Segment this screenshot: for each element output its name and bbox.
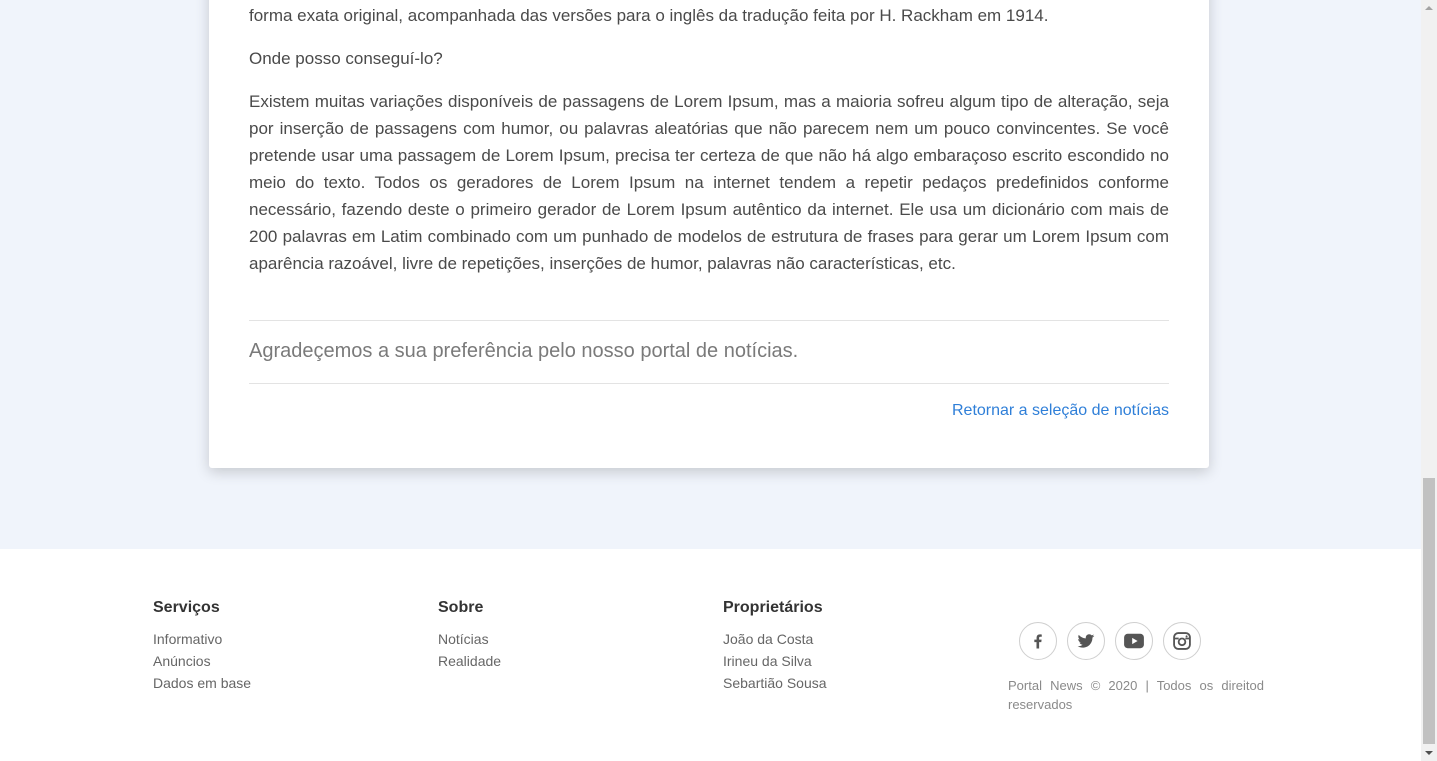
- copyright-text: Portal News © 2020 | Todos os direitod r…: [1008, 678, 1264, 712]
- footer-about-title: Sobre: [438, 599, 484, 616]
- scroll-up-arrow-icon[interactable]: [1421, 0, 1437, 16]
- article-paragraph: Existem muitas variações disponíveis de …: [249, 92, 1169, 273]
- footer: Serviços Informativo Anúncios Dados em b…: [0, 549, 1421, 761]
- instagram-button[interactable]: [1163, 622, 1201, 660]
- footer-link-anuncios[interactable]: Anúncios: [153, 650, 251, 672]
- footer-owner-joao[interactable]: João da Costa: [723, 628, 827, 650]
- footer-link-dados-em-base[interactable]: Dados em base: [153, 672, 251, 694]
- footer-services: Serviços Informativo Anúncios Dados em b…: [153, 599, 251, 694]
- youtube-button[interactable]: [1115, 622, 1153, 660]
- divider-top: [249, 320, 1169, 321]
- scrollbar-thumb[interactable]: [1423, 478, 1435, 744]
- footer-link-informativo[interactable]: Informativo: [153, 628, 251, 650]
- social-links: [1019, 622, 1201, 660]
- footer-owners-title: Proprietários: [723, 599, 823, 616]
- footer-link-realidade[interactable]: Realidade: [438, 650, 501, 672]
- thanks-message: Agradeçemos a sua preferência pelo nosso…: [249, 340, 799, 362]
- footer-owners: Proprietários João da Costa Irineu da Si…: [723, 599, 827, 694]
- instagram-icon: [1172, 631, 1192, 651]
- scroll-down-arrow-icon[interactable]: [1421, 745, 1437, 761]
- footer-owner-irineu[interactable]: Irineu da Silva: [723, 650, 827, 672]
- footer-owner-sebartiao[interactable]: Sebartião Sousa: [723, 672, 827, 694]
- footer-services-title: Serviços: [153, 599, 220, 616]
- back-to-news-link[interactable]: Retornar a seleção de notícias: [952, 402, 1169, 420]
- article-intro-line: forma exata original, acompanhada das ve…: [249, 6, 1049, 25]
- divider-bottom: [249, 383, 1169, 384]
- footer-link-noticias[interactable]: Notícias: [438, 628, 501, 650]
- page: forma exata original, acompanhada das ve…: [0, 0, 1421, 761]
- article-card: forma exata original, acompanhada das ve…: [209, 0, 1209, 468]
- twitter-button[interactable]: [1067, 622, 1105, 660]
- twitter-icon: [1076, 631, 1096, 651]
- facebook-button[interactable]: [1019, 622, 1057, 660]
- article-question: Onde posso conseguí-lo?: [249, 49, 443, 68]
- facebook-icon: [1029, 632, 1047, 650]
- footer-about: Sobre Notícias Realidade: [438, 599, 501, 672]
- page-scrollbar[interactable]: [1421, 0, 1437, 761]
- youtube-icon: [1123, 632, 1145, 650]
